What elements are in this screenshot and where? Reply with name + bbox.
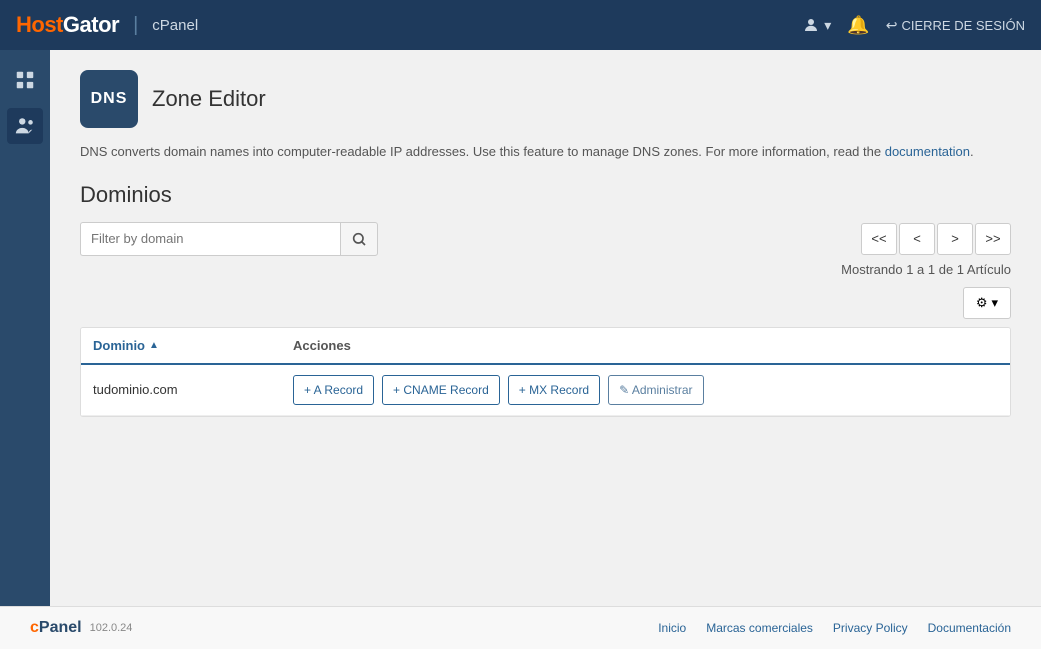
table-header: Dominio ▲ Acciones [81, 328, 1010, 365]
hostgator-logo: HostGator [16, 12, 119, 38]
footer-left: cPanel 102.0.24 [30, 619, 132, 637]
footer-link-marcas[interactable]: Marcas comerciales [706, 621, 813, 635]
table-row: tudominio.com + A Record + CNAME Record … [81, 365, 1010, 416]
add-cname-record-button[interactable]: + CNAME Record [382, 375, 500, 405]
user-menu-button[interactable]: ▾ [802, 16, 831, 34]
signout-icon: ↩ [886, 17, 898, 34]
filter-pagination-row: << < > >> [80, 222, 1011, 256]
showing-text: Mostrando 1 a 1 de 1 Artículo [80, 262, 1011, 277]
signout-button[interactable]: ↩ CIERRE DE SESIÓN [886, 17, 1025, 34]
column-header-actions: Acciones [293, 338, 998, 353]
domains-table: Dominio ▲ Acciones tudominio.com + A Rec… [80, 327, 1011, 417]
sort-icon: ▲ [149, 340, 159, 351]
notifications-button[interactable]: 🔔 [847, 15, 869, 36]
pagination-first[interactable]: << [861, 223, 897, 255]
actions-cell: + A Record + CNAME Record + MX Record ✎ … [293, 375, 998, 405]
domain-cell: tudominio.com [93, 382, 293, 397]
footer-link-inicio[interactable]: Inicio [658, 621, 686, 635]
add-a-record-button[interactable]: + A Record [293, 375, 374, 405]
footer-version: 102.0.24 [90, 622, 133, 634]
documentation-link[interactable]: documentation [885, 144, 970, 159]
settings-dropdown-icon: ▾ [991, 295, 998, 311]
section-title: Dominios [80, 182, 1011, 208]
column-header-domain[interactable]: Dominio ▲ [93, 338, 293, 353]
chevron-down-icon: ▾ [824, 17, 831, 34]
filter-left [80, 222, 378, 256]
main-layout: DNS Zone Editor DNS converts domain name… [0, 50, 1041, 606]
nav-left: HostGator | cPanel [16, 12, 198, 38]
manage-button[interactable]: ✎ Administrar [608, 375, 703, 405]
domain-filter-input[interactable] [80, 222, 340, 256]
nav-right: ▾ 🔔 ↩ CIERRE DE SESIÓN [802, 15, 1025, 36]
pagination-last[interactable]: >> [975, 223, 1011, 255]
main-content: DNS Zone Editor DNS converts domain name… [50, 50, 1041, 606]
page-description: DNS converts domain names into computer-… [80, 142, 1011, 162]
nav-divider: | [133, 14, 138, 37]
pagination-prev[interactable]: < [899, 223, 935, 255]
footer-logo: cPanel [30, 619, 82, 637]
pagination: << < > >> [861, 223, 1011, 255]
footer: cPanel 102.0.24 Inicio Marcas comerciale… [0, 606, 1041, 649]
search-button[interactable] [340, 222, 378, 256]
page-header: DNS Zone Editor [80, 70, 1011, 128]
sidebar-item-users[interactable] [7, 108, 43, 144]
top-navigation: HostGator | cPanel ▾ 🔔 ↩ CIERRE DE SESIÓ… [0, 0, 1041, 50]
pagination-next[interactable]: > [937, 223, 973, 255]
dns-icon: DNS [80, 70, 138, 128]
footer-link-docs[interactable]: Documentación [928, 621, 1011, 635]
cpanel-label: cPanel [152, 17, 198, 34]
gear-icon: ⚙ [976, 295, 988, 311]
settings-row: ⚙ ▾ [80, 287, 1011, 319]
footer-link-privacy[interactable]: Privacy Policy [833, 621, 908, 635]
footer-links: Inicio Marcas comerciales Privacy Policy… [658, 621, 1011, 635]
sidebar-item-grid[interactable] [7, 62, 43, 98]
add-mx-record-button[interactable]: + MX Record [508, 375, 600, 405]
table-settings-button[interactable]: ⚙ ▾ [963, 287, 1011, 319]
sidebar [0, 50, 50, 606]
page-title: Zone Editor [152, 86, 266, 112]
